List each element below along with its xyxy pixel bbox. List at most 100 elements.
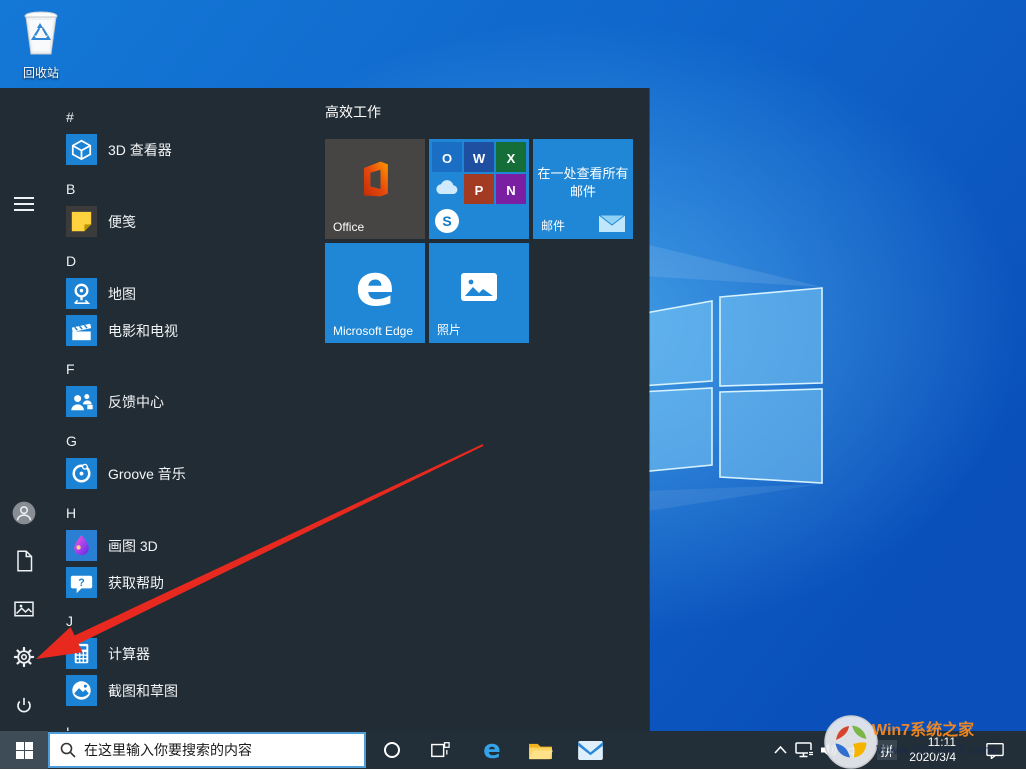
- tile-label: 照片: [437, 323, 462, 337]
- documents-button[interactable]: [0, 537, 48, 585]
- section-letter[interactable]: F: [66, 357, 102, 381]
- app-name: 3D 查看器: [108, 141, 172, 158]
- tile-mail[interactable]: 在一处查看所有邮件 邮件: [533, 139, 633, 239]
- mail-envelope-icon: [599, 215, 625, 232]
- app-name: 反馈中心: [108, 393, 164, 410]
- pictures-icon: [14, 601, 34, 617]
- cortana-icon: [384, 742, 400, 758]
- hamburger-icon: [14, 197, 34, 211]
- user-avatar-icon: [12, 501, 36, 525]
- document-icon: [17, 550, 33, 572]
- section-letter-clipped[interactable]: L: [66, 720, 102, 731]
- tile-office-apps[interactable]: O W X P N S: [429, 139, 529, 239]
- search-placeholder: 在这里输入你要搜索的内容: [84, 742, 252, 758]
- tile-label: 邮件: [541, 219, 566, 233]
- app-name: 电影和电视: [108, 322, 178, 339]
- tile-microsoft-edge[interactable]: e Microsoft Edge: [325, 243, 425, 343]
- 3d-viewer-icon: [66, 134, 97, 165]
- recycle-bin-label: 回收站: [22, 66, 59, 80]
- app-item-feedback-hub[interactable]: 反馈中心: [58, 383, 318, 420]
- groove-music-icon: [66, 458, 97, 489]
- mail-icon: [577, 740, 603, 760]
- start-app-list: # 3D 查看器 B 便笺 D 地图 电影和电视 F 反馈中心 G Groove…: [48, 88, 324, 731]
- network-icon: [795, 742, 814, 758]
- app-name: 画图 3D: [108, 537, 158, 554]
- menu-expand-button[interactable]: [0, 181, 48, 229]
- get-help-icon: ?: [66, 567, 97, 598]
- paint-3d-icon: [66, 530, 97, 561]
- edge-logo-glyph: e: [355, 251, 395, 319]
- cortana-button[interactable]: [372, 731, 412, 769]
- app-name: 地图: [108, 285, 136, 302]
- app-name: 便笺: [108, 213, 136, 230]
- watermark-windows-orb: [824, 715, 878, 769]
- gear-icon: [13, 646, 35, 668]
- movies-tv-icon: [66, 315, 97, 346]
- mail-tile-headline: 在一处查看所有邮件: [537, 166, 629, 199]
- app-item-maps[interactable]: 地图: [58, 275, 318, 312]
- office-apps-grid-icon: O W X P N S: [432, 142, 526, 233]
- tray-show-hidden-icons[interactable]: [768, 731, 792, 769]
- watermark-title: Win7系统之家: [872, 722, 975, 739]
- app-item-calculator[interactable]: 计算器: [58, 635, 318, 672]
- app-item-groove-music[interactable]: Groove 音乐: [58, 455, 318, 492]
- file-explorer-icon: [528, 743, 553, 759]
- tile-label: Office: [333, 220, 365, 234]
- office-icon: [364, 161, 388, 197]
- taskbar-search-input[interactable]: 在这里输入你要搜索的内容: [48, 732, 366, 768]
- app-item-3d-viewer[interactable]: 3D 查看器: [58, 131, 318, 168]
- user-account-button[interactable]: [0, 489, 48, 537]
- maps-icon: [66, 278, 97, 309]
- edge-icon: e: [483, 735, 501, 765]
- app-name: Groove 音乐: [108, 465, 186, 482]
- svg-text:X: X: [507, 151, 516, 166]
- start-button[interactable]: [0, 731, 48, 769]
- svg-text:W: W: [473, 151, 486, 166]
- recycle-bin-shortcut[interactable]: 回收站: [10, 8, 72, 80]
- app-item-paint-3d[interactable]: 画图 3D: [58, 527, 318, 564]
- file-explorer-button[interactable]: [520, 731, 560, 769]
- app-item-movies-tv[interactable]: 电影和电视: [58, 312, 318, 349]
- section-letter[interactable]: J: [66, 609, 102, 633]
- section-letter[interactable]: D: [66, 249, 102, 273]
- pictures-button[interactable]: [0, 585, 48, 633]
- task-view-icon: [431, 742, 450, 758]
- chevron-up-icon: [773, 746, 787, 754]
- svg-text:O: O: [442, 151, 452, 166]
- mail-taskbar-button[interactable]: [570, 731, 610, 769]
- windows-start-icon: [15, 741, 33, 759]
- app-item-sticky-notes[interactable]: 便笺: [58, 203, 318, 240]
- tile-label: Microsoft Edge: [333, 324, 414, 338]
- recycle-bin-icon: [24, 11, 58, 55]
- snip-sketch-icon: [66, 675, 97, 706]
- start-tiles-group: 高效工作 Office O W X P N S 在一处查看所有邮件 邮件 e M…: [324, 88, 649, 731]
- calculator-icon: [66, 638, 97, 669]
- settings-button[interactable]: [0, 633, 48, 681]
- section-letter[interactable]: B: [66, 177, 102, 201]
- app-item-get-help[interactable]: ? 获取帮助: [58, 564, 318, 601]
- section-letter[interactable]: G: [66, 429, 102, 453]
- power-button[interactable]: [0, 681, 48, 729]
- edge-taskbar-button[interactable]: e: [472, 731, 512, 769]
- section-letter[interactable]: #: [66, 105, 102, 129]
- app-name: 计算器: [108, 645, 150, 662]
- svg-text:S: S: [442, 213, 451, 229]
- tile-group-label[interactable]: 高效工作: [325, 102, 381, 122]
- task-view-button[interactable]: [420, 731, 460, 769]
- photos-icon: [461, 273, 497, 301]
- app-name: 获取帮助: [108, 574, 164, 591]
- svg-text:?: ?: [78, 577, 85, 589]
- svg-text:P: P: [475, 183, 484, 198]
- app-name: 截图和草图: [108, 682, 178, 699]
- tile-photos[interactable]: 照片: [429, 243, 529, 343]
- watermark-url: Www.Winwin7.com: [876, 742, 995, 757]
- sticky-notes-icon: [66, 206, 97, 237]
- tile-office[interactable]: Office: [325, 139, 425, 239]
- start-menu: # 3D 查看器 B 便笺 D 地图 电影和电视 F 反馈中心 G Groove…: [0, 88, 649, 731]
- app-item-snip-sketch[interactable]: 截图和草图: [58, 672, 318, 709]
- svg-text:N: N: [506, 183, 515, 198]
- power-icon: [17, 697, 31, 713]
- tray-network-button[interactable]: [793, 731, 817, 769]
- search-icon: [60, 742, 76, 758]
- section-letter[interactable]: H: [66, 501, 102, 525]
